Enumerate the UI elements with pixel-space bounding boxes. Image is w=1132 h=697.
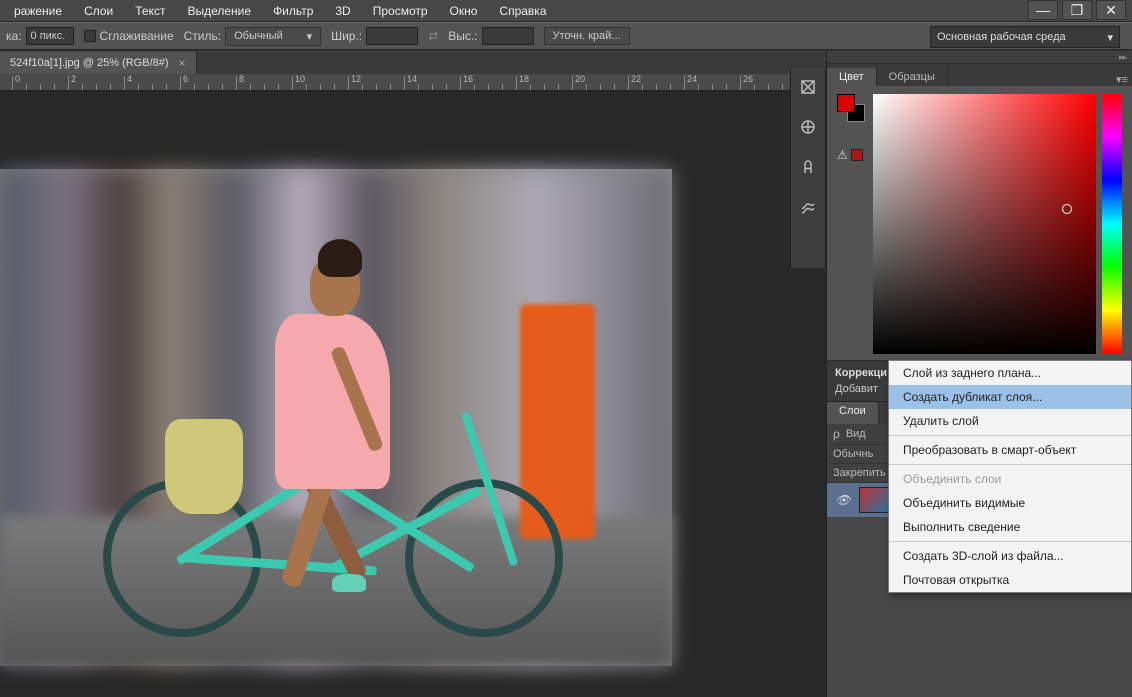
workspace-value: Основная рабочая среда <box>937 31 1066 43</box>
menu-item[interactable]: Выделение <box>177 2 261 20</box>
collapsed-panel-dock <box>790 68 826 268</box>
close-button[interactable]: ✕ <box>1096 0 1126 20</box>
foreground-color-swatch[interactable] <box>837 94 855 112</box>
color-field[interactable] <box>873 94 1096 354</box>
history-panel-icon[interactable] <box>797 76 819 98</box>
width-label: Шир.: <box>331 29 362 43</box>
navigator-panel-icon[interactable] <box>797 116 819 138</box>
context-menu-item[interactable]: Преобразовать в смарт-объект <box>889 438 1131 462</box>
canvas-area[interactable] <box>0 91 826 697</box>
refine-edge-button[interactable]: Уточн. край... <box>544 27 630 45</box>
window-controls: — ❐ ✕ <box>1024 0 1126 20</box>
menu-item[interactable]: Справка <box>489 2 556 20</box>
lock-label: Закрепить <box>833 467 886 479</box>
character-panel-icon[interactable] <box>797 156 819 178</box>
context-menu-item[interactable]: Выполнить сведение <box>889 515 1131 539</box>
swap-dimensions-icon[interactable]: ⇄ <box>428 29 438 43</box>
hue-slider[interactable] <box>1102 94 1122 354</box>
width-input[interactable] <box>366 27 418 45</box>
menu-item[interactable]: Просмотр <box>363 2 438 20</box>
layer-filter-label: Вид <box>846 428 866 440</box>
context-menu-item[interactable]: Удалить слой <box>889 409 1131 433</box>
context-menu-item: Объединить слои <box>889 467 1131 491</box>
menu-item[interactable]: 3D <box>325 2 360 20</box>
visibility-toggle-icon[interactable]: 👁 <box>835 493 851 507</box>
document-tab-title: 524f10a[1].jpg @ 25% (RGB/8#) <box>10 57 169 69</box>
style-select[interactable]: Обычный ▾ <box>225 27 321 46</box>
height-input[interactable] <box>482 27 534 45</box>
tab-layers[interactable]: Слои <box>827 402 879 424</box>
context-menu-item[interactable]: Создать дубликат слоя... <box>889 385 1131 409</box>
color-picker-cursor <box>1062 204 1072 214</box>
context-menu-item[interactable]: Создать 3D-слой из файла... <box>889 544 1131 568</box>
style-value: Обычный <box>234 30 283 43</box>
minimize-button[interactable]: — <box>1028 0 1058 20</box>
context-menu-item[interactable]: Слой из заднего плана... <box>889 361 1131 385</box>
close-tab-icon[interactable]: × <box>179 56 186 70</box>
document-tab[interactable]: 524f10a[1].jpg @ 25% (RGB/8#) × <box>0 52 197 74</box>
style-label: Стиль: <box>184 29 221 43</box>
chevron-down-icon: ▾ <box>1107 31 1113 44</box>
panel-collapse-grip[interactable]: ▸▸ <box>827 52 1132 64</box>
chevron-down-icon: ▾ <box>307 30 313 43</box>
feather-input[interactable] <box>26 27 74 45</box>
fg-bg-swatch[interactable] <box>837 94 865 122</box>
height-label: Выс.: <box>448 29 477 43</box>
menu-item[interactable]: Фильтр <box>263 2 323 20</box>
tab-swatches[interactable]: Образцы <box>877 68 948 86</box>
antialias-checkbox[interactable] <box>84 30 96 42</box>
menu-item[interactable]: Текст <box>125 2 175 20</box>
context-menu-item[interactable]: Почтовая открытка <box>889 568 1131 592</box>
panel-menu-icon[interactable]: ▾≡ <box>1112 73 1132 86</box>
blend-mode-select[interactable]: Обычнь <box>833 448 873 460</box>
document-canvas[interactable] <box>0 169 672 666</box>
maximize-button[interactable]: ❐ <box>1062 0 1092 20</box>
color-panel: ⚠ <box>827 86 1132 361</box>
gamut-warning[interactable]: ⚠ <box>837 148 867 162</box>
context-menu-item[interactable]: Объединить видимые <box>889 491 1131 515</box>
tab-color[interactable]: Цвет <box>827 68 877 86</box>
workspace-switcher[interactable]: Основная рабочая среда ▾ <box>930 26 1120 48</box>
warning-icon: ⚠ <box>837 148 848 162</box>
menu-item[interactable]: Окно <box>440 2 488 20</box>
gamut-swatch <box>851 149 863 161</box>
brush-panel-icon[interactable] <box>797 196 819 218</box>
main-menu-bar: ражение Слои Текст Выделение Фильтр 3D П… <box>0 0 1132 22</box>
layer-context-menu: Слой из заднего плана...Создать дубликат… <box>888 360 1132 593</box>
antialias-label: Сглаживание <box>100 29 174 43</box>
color-panel-tabs: Цвет Образцы ▾≡ <box>827 64 1132 86</box>
menu-item[interactable]: ражение <box>4 2 72 20</box>
feather-label: ка: <box>6 29 22 43</box>
menu-item[interactable]: Слои <box>74 2 123 20</box>
